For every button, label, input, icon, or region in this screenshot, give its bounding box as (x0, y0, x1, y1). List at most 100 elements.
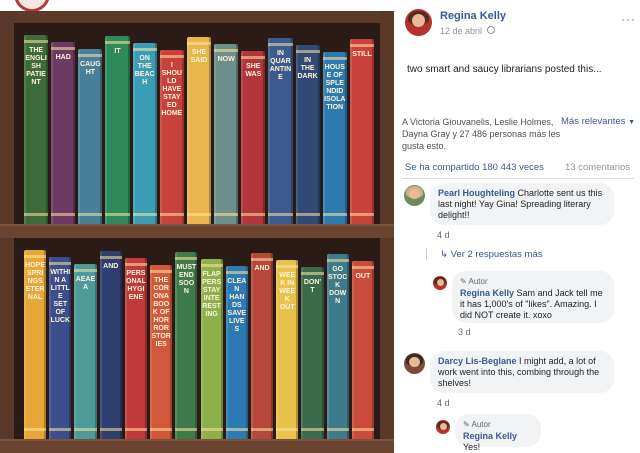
book-band (132, 213, 157, 216)
book-title: On the Beach (134, 55, 155, 86)
post-date[interactable]: 12 de abril (440, 26, 482, 36)
book-band (159, 213, 184, 216)
bookcase-top (0, 11, 394, 23)
book-band (326, 428, 349, 431)
book-band (326, 259, 349, 262)
sort-comments-dropdown[interactable]: Más relevantes ▼ (561, 116, 635, 127)
book-title: Clean Hands Save Lives (227, 278, 247, 333)
book-title: She Was (245, 63, 262, 78)
book-spine: On the Beach (132, 43, 157, 224)
book-spine: Go Stock Down (326, 254, 349, 439)
comment-time[interactable]: 4 d (437, 398, 450, 408)
book-band (200, 264, 223, 267)
book-band (295, 50, 320, 53)
comment-author[interactable]: Pearl Houghteling (438, 188, 515, 198)
book-spine: In The Dark (295, 45, 320, 224)
book-title: And (103, 263, 119, 270)
book-title: Go Stock Down (328, 266, 348, 305)
book-band (49, 428, 72, 431)
book-band (24, 40, 49, 43)
reply-author[interactable]: Regina Kelly (460, 288, 514, 298)
book-spine: Week in Week Out (276, 260, 299, 439)
author-avatar[interactable] (405, 9, 432, 36)
book-title: Now (217, 56, 235, 63)
book-band (250, 258, 274, 261)
commenter-avatar[interactable] (404, 185, 425, 206)
view-more-replies-link[interactable]: ↳ Ver 2 respuestas más (440, 249, 543, 260)
book-spine: Must End Soon (175, 252, 198, 439)
more-options-icon[interactable]: ··· (621, 12, 636, 26)
author-badge-label: Autor (468, 277, 488, 286)
book-band (295, 213, 320, 216)
book-band (351, 266, 374, 269)
book-band (51, 213, 76, 216)
post-photo[interactable]: The English Patient Had Caught It On the Bea… (0, 0, 397, 453)
book-spine: I Should Have Stayed Home (159, 50, 184, 224)
book-band (105, 41, 130, 44)
book-band (74, 269, 97, 272)
book-band (214, 213, 239, 216)
reply-text: Yes! (463, 442, 481, 452)
book-band (99, 256, 122, 259)
book-title: Flappers Stay Interesting (202, 271, 222, 318)
book-title: Caught (80, 61, 101, 76)
avatar-face (409, 188, 420, 200)
chevron-down-icon: ▼ (628, 119, 635, 126)
book-band (78, 213, 103, 216)
book-band (159, 55, 184, 58)
book-spine: Within a Little Set of Luck (49, 257, 72, 439)
book-band (51, 47, 76, 50)
globe-icon (487, 26, 495, 34)
book-title: Hope Springs Eternal (25, 262, 46, 301)
book-band (276, 428, 299, 431)
book-band (124, 263, 148, 266)
book-title: And (254, 265, 270, 272)
book-title: It (114, 48, 121, 55)
comment-author[interactable]: Darcy Lis-Beglane (438, 356, 517, 366)
book-spine: And (99, 251, 122, 439)
book-title: Aeaea (75, 276, 96, 291)
bookcase-image: The English Patient Had Caught It On the Bea… (0, 11, 394, 453)
book-title: Had (55, 54, 71, 61)
reply-author-avatar[interactable] (436, 420, 450, 434)
view-more-replies-label: Ver 2 respuestas más (450, 249, 543, 260)
book-spine: She Said (186, 37, 212, 224)
book-title: Personal Hygiene (126, 270, 146, 301)
post-author-name[interactable]: Regina Kelly (440, 10, 506, 22)
reply-author[interactable]: Regina Kelly (463, 431, 517, 441)
comments-count[interactable]: 13 comentarios (565, 162, 630, 173)
book-band (349, 213, 374, 216)
book-title: Don't (303, 279, 322, 294)
comment-time[interactable]: 4 d (437, 230, 450, 240)
book-band (301, 428, 324, 431)
post-text: two smart and saucy librarians posted th… (407, 64, 602, 75)
book-spine: She Was (241, 51, 266, 224)
book-band (241, 56, 266, 59)
book-spine: And (250, 253, 274, 439)
book-title: House of Splendid Isolation (324, 64, 346, 111)
book-spine: The Corona Book of Horror Stories (150, 265, 173, 439)
book-band (24, 255, 47, 258)
book-spine: Flappers Stay Interesting (200, 259, 223, 439)
reply-author-avatar[interactable] (433, 276, 447, 290)
reactions-summary[interactable]: A Victoria Giouvanelis, Leslie Holmes, D… (402, 116, 562, 152)
commenter-avatar[interactable] (404, 353, 425, 374)
avatar-face (411, 13, 426, 28)
comment-bubble: Darcy Lis-Beglane I might add, a lot of … (430, 351, 614, 393)
book-title: In Quarantine (269, 50, 292, 81)
book-band (175, 428, 198, 431)
reply-bubble: ✎ Autor Regina Kelly Yes! (455, 414, 541, 452)
sort-label: Más relevantes (561, 116, 626, 127)
book-spine: Had (51, 42, 76, 224)
reply-arrow-icon: ↳ (440, 249, 451, 260)
book-spine: Still (349, 39, 374, 224)
book-band (214, 49, 239, 52)
reply-time[interactable]: 3 d (458, 327, 471, 337)
book-title: Within a Little Set of Luck (50, 269, 71, 324)
book-spine: Aeaea (74, 264, 97, 439)
book-band (150, 270, 173, 273)
shares-count[interactable]: Se ha compartido 180 443 veces (405, 162, 544, 173)
book-band (78, 54, 103, 57)
reply-bubble: ✎ Autor Regina Kelly Sam and Jack tell m… (452, 271, 614, 323)
panel-divider (402, 178, 634, 179)
